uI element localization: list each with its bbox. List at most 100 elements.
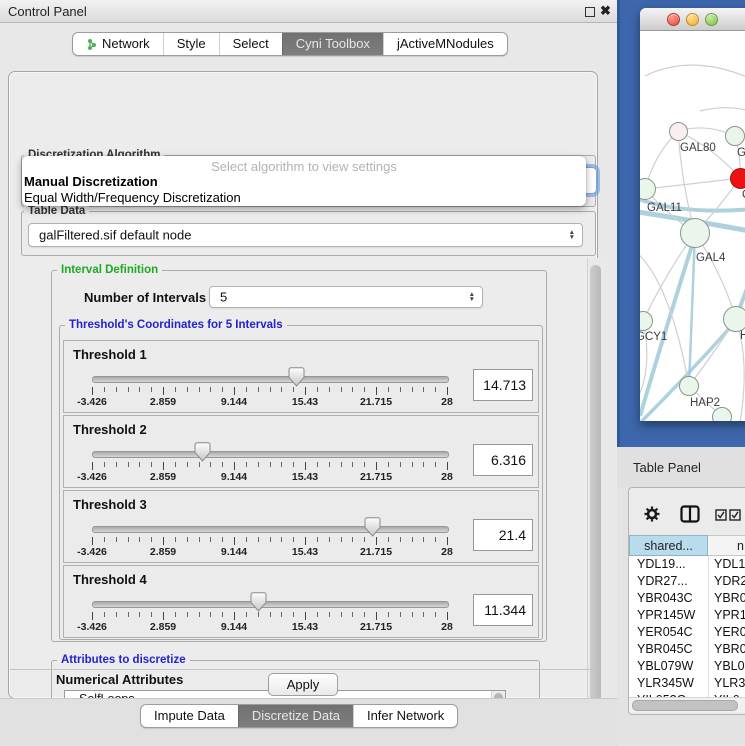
network-window-titlebar xyxy=(640,8,745,31)
slider-tick-label: 21.715 xyxy=(360,471,392,483)
slider-tick xyxy=(222,387,223,392)
table-row[interactable]: YBR043CYBR0 xyxy=(629,590,745,607)
slider-tick xyxy=(352,537,353,542)
slider-tick xyxy=(199,612,200,617)
tab-discretize-data[interactable]: Discretize Data xyxy=(238,705,353,727)
threshold-value-field[interactable]: 11.344 xyxy=(473,594,533,626)
table-row[interactable]: YBR045CYBR0 xyxy=(629,641,745,658)
threshold-slider-thumb[interactable] xyxy=(250,592,267,612)
threshold-slider-track[interactable] xyxy=(92,526,449,533)
threshold-slider-thumb[interactable] xyxy=(288,367,305,387)
network-node[interactable] xyxy=(712,407,732,421)
column-view-icon[interactable] xyxy=(680,505,700,523)
settings-scrollbar-thumb[interactable] xyxy=(590,265,601,725)
tab-cyni-toolbox[interactable]: Cyni Toolbox xyxy=(282,33,383,55)
table-data-combobox[interactable]: galFiltered.sif default node ▲▼ xyxy=(28,223,583,247)
table-row[interactable]: YER054CYER0 xyxy=(629,624,745,641)
network-node[interactable] xyxy=(669,122,688,141)
slider-tick xyxy=(270,387,271,392)
slider-tick xyxy=(92,537,93,545)
attributes-group-label: Attributes to discretize xyxy=(57,654,190,666)
table-row[interactable]: YDR27...YDR2 xyxy=(629,573,745,590)
tab-impute-data[interactable]: Impute Data xyxy=(141,705,238,727)
slider-tick xyxy=(317,612,318,617)
slider-tick xyxy=(258,537,259,542)
slider-tick xyxy=(305,537,306,545)
network-node[interactable] xyxy=(730,168,745,189)
slider-tick xyxy=(128,387,129,392)
column-header-name[interactable]: n xyxy=(708,535,745,556)
cell-name: YPR1 xyxy=(714,607,745,624)
network-node[interactable] xyxy=(680,218,710,248)
zoom-traffic-light-icon[interactable] xyxy=(705,13,718,26)
table-row[interactable]: YBL079WYBL0 xyxy=(629,658,745,675)
slider-tick xyxy=(388,612,389,617)
threshold-value-field[interactable]: 6.316 xyxy=(473,444,533,476)
slider-tick-label: -3.426 xyxy=(77,621,107,633)
slider-tick xyxy=(128,537,129,542)
number-of-intervals-combobox[interactable]: 5 ▲▼ xyxy=(209,286,483,308)
close-icon[interactable]: ✖ xyxy=(600,3,611,19)
threshold-slider-track[interactable] xyxy=(92,601,449,608)
network-view-window: GAL80G.GAL11CGAL4GCY1HHAP2 xyxy=(640,8,745,421)
slider-tick xyxy=(364,612,365,617)
threshold-label: Threshold 2 xyxy=(73,422,147,437)
network-node[interactable] xyxy=(725,126,745,146)
table-row[interactable]: YPR145WYPR1 xyxy=(629,607,745,624)
slider-tick-label: 9.144 xyxy=(221,546,247,558)
threshold-slider-track[interactable] xyxy=(92,451,449,458)
gear-icon[interactable] xyxy=(644,506,660,522)
slider-tick xyxy=(317,462,318,467)
slider-tick xyxy=(139,387,140,392)
threshold-value-field[interactable]: 14.713 xyxy=(473,369,533,401)
slider-tick xyxy=(388,537,389,542)
table-row[interactable]: YDL19...YDL1 xyxy=(629,556,745,573)
network-node[interactable] xyxy=(723,306,745,332)
settings-scrollbar[interactable] xyxy=(587,258,605,738)
slider-tick xyxy=(128,612,129,617)
node-label-gcy1: GCY1 xyxy=(640,331,667,343)
apply-button[interactable]: Apply xyxy=(268,673,338,696)
threshold-slider-thumb[interactable] xyxy=(364,517,381,537)
threshold-label: Threshold 1 xyxy=(73,347,147,362)
node-table[interactable]: YDL19...YDL1YDR27...YDR2YBR043CYBR0YPR14… xyxy=(629,556,745,697)
table-row[interactable]: YLR345WYLR3 xyxy=(629,675,745,692)
tab-infer-network[interactable]: Infer Network xyxy=(353,705,457,727)
threshold-value-field[interactable]: 21.4 xyxy=(473,519,533,551)
table-hscrollbar-thumb[interactable] xyxy=(632,700,738,711)
node-label-h: H xyxy=(740,330,745,342)
slider-tick-label: 2.859 xyxy=(150,471,176,483)
slider-tick xyxy=(341,612,342,617)
tab-jactivemnodules[interactable]: jActiveMNodules xyxy=(383,33,507,55)
threshold-slider-thumb[interactable] xyxy=(194,442,211,462)
slider-tick xyxy=(187,612,188,617)
minimize-traffic-light-icon[interactable] xyxy=(686,13,699,26)
threshold-panel-2: Threshold 2-3.4262.8599.14415.4321.71528… xyxy=(63,415,539,488)
slider-tick xyxy=(92,387,93,395)
slider-tick-label: -3.426 xyxy=(77,471,107,483)
slider-tick xyxy=(329,387,330,392)
slider-tick xyxy=(187,462,188,467)
network-canvas[interactable]: GAL80G.GAL11CGAL4GCY1HHAP2 xyxy=(640,31,745,421)
tab-network[interactable]: Network xyxy=(73,33,163,55)
slider-tick xyxy=(400,387,401,392)
slider-tick xyxy=(92,612,93,620)
threshold-slider-track[interactable] xyxy=(92,376,449,383)
tab-select[interactable]: Select xyxy=(219,33,282,55)
slider-tick xyxy=(246,462,247,467)
slider-tick xyxy=(329,612,330,617)
column-header-shared[interactable]: shared... xyxy=(629,535,708,556)
slider-tick xyxy=(329,462,330,467)
algorithm-option-manual-discretization[interactable]: Manual Discretization xyxy=(22,174,586,190)
slider-tick xyxy=(281,537,282,542)
float-window-icon[interactable] xyxy=(585,7,595,17)
algorithm-option-equal-width-frequency-discretization[interactable]: Equal Width/Frequency Discretization xyxy=(22,190,586,206)
select-columns-icon[interactable] xyxy=(715,509,741,521)
tab-label: jActiveMNodules xyxy=(397,33,494,55)
tab-style[interactable]: Style xyxy=(163,33,219,55)
table-horizontal-scrollbar[interactable] xyxy=(629,697,745,712)
network-node[interactable] xyxy=(679,376,699,396)
slider-tick-label: 9.144 xyxy=(221,471,247,483)
close-traffic-light-icon[interactable] xyxy=(667,13,680,26)
slider-tick xyxy=(234,537,235,545)
